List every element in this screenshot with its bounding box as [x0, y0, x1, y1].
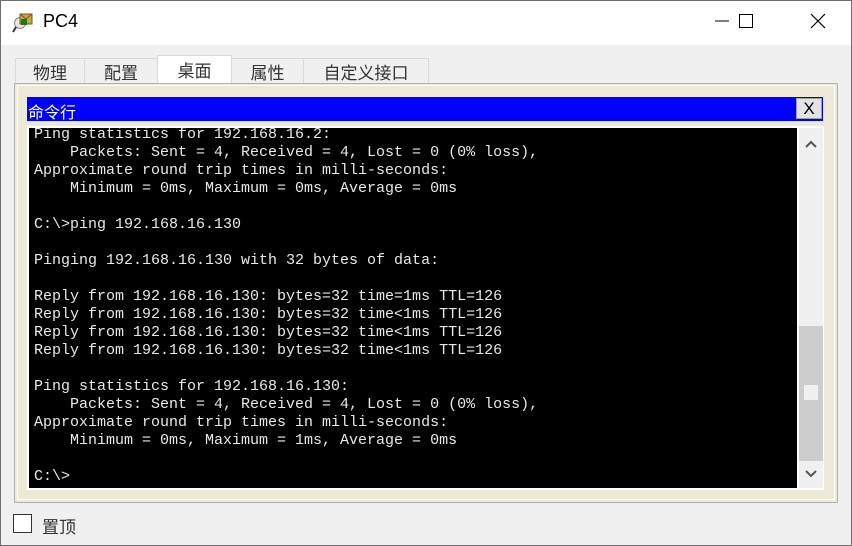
maximize-button[interactable]: [723, 1, 769, 45]
tab-config[interactable]: 配置: [84, 58, 158, 84]
tab-desktop[interactable]: 桌面: [157, 55, 232, 83]
chevron-up-icon: [804, 134, 818, 153]
window-title: PC4: [43, 11, 79, 31]
packet-tracer-pc-icon: [12, 11, 34, 33]
always-on-top-checkbox[interactable]: [13, 514, 32, 533]
tab-bar: 物理 配置 桌面 属性 自定义接口: [15, 55, 429, 84]
pc4-window: PC4 物理 配置 桌面 属性 自定义接口 命令行 X Ping statist…: [0, 0, 852, 546]
footer: 置顶: [1, 504, 851, 544]
terminal-output[interactable]: Ping statistics for 192.168.16.2: Packet…: [34, 128, 538, 486]
close-icon: [810, 13, 826, 33]
title-bar[interactable]: PC4: [1, 1, 851, 45]
vertical-scrollbar[interactable]: [799, 128, 823, 488]
command-prompt-header: 命令行 X: [27, 97, 823, 122]
tab-custom-interface[interactable]: 自定义接口: [303, 58, 429, 84]
close-window-button[interactable]: [795, 1, 841, 45]
scroll-up-button[interactable]: [799, 128, 823, 158]
close-command-prompt-button[interactable]: X: [796, 98, 822, 119]
scrollbar-track[interactable]: [799, 326, 823, 461]
tab-attributes[interactable]: 属性: [231, 58, 304, 84]
scrollbar-thumb[interactable]: [804, 385, 818, 400]
always-on-top-label[interactable]: 置顶: [42, 513, 76, 538]
terminal-container: Ping statistics for 192.168.16.2: Packet…: [27, 126, 824, 490]
desktop-panel: 命令行 X Ping statistics for 192.168.16.2: …: [14, 83, 838, 503]
tab-physical[interactable]: 物理: [15, 58, 85, 84]
terminal[interactable]: Ping statistics for 192.168.16.2: Packet…: [29, 128, 797, 488]
chevron-down-icon: [804, 464, 818, 483]
command-prompt-title: 命令行: [28, 103, 77, 122]
maximize-icon: [738, 13, 754, 33]
scroll-down-button[interactable]: [799, 458, 823, 488]
